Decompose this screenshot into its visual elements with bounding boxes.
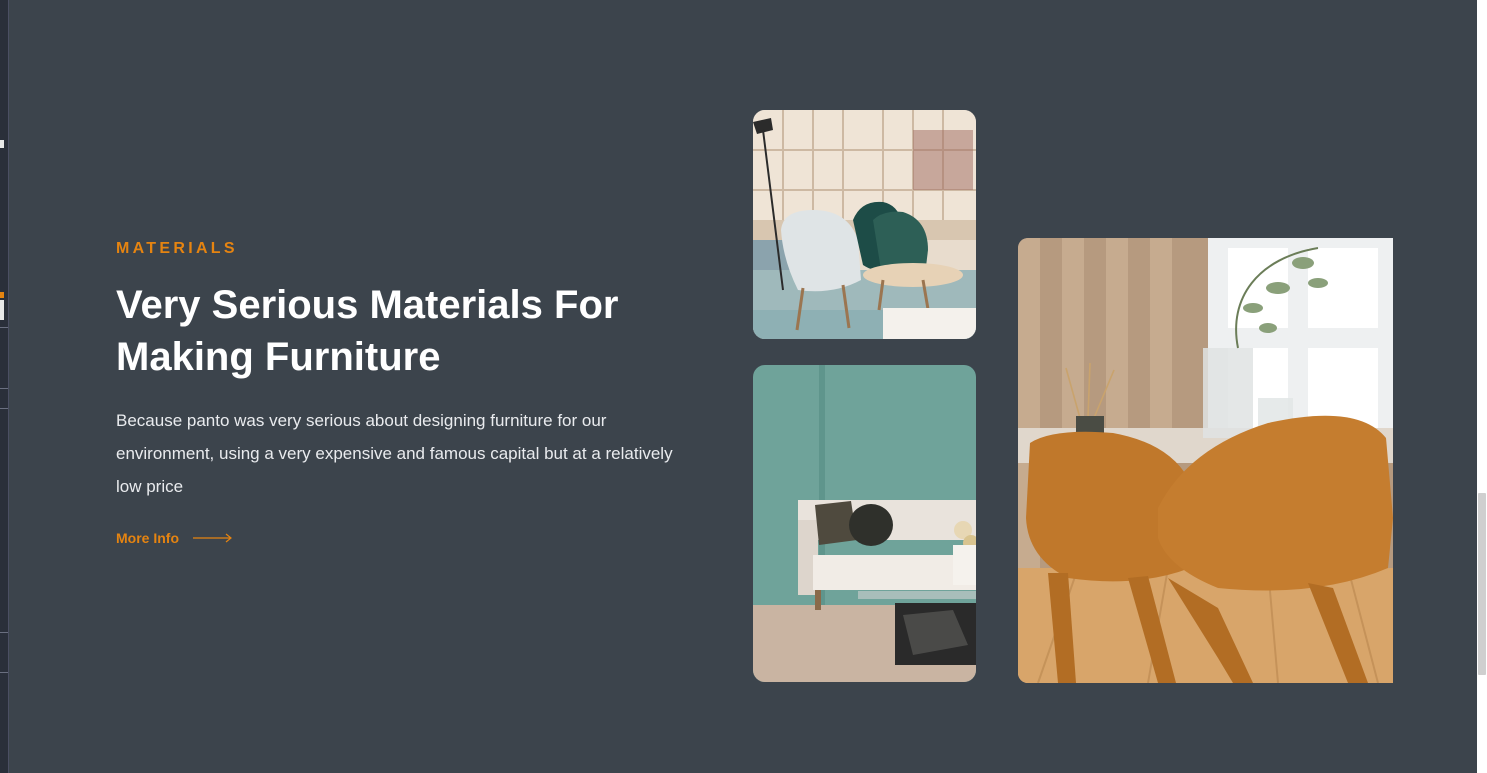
dining-chairs-photo bbox=[1018, 238, 1393, 683]
left-edge-panel bbox=[0, 0, 9, 773]
section-description: Because panto was very serious about des… bbox=[116, 411, 673, 496]
edge-marker-accent bbox=[0, 292, 4, 298]
page-scrollbar[interactable] bbox=[1477, 0, 1487, 773]
edge-divider bbox=[0, 327, 8, 328]
office-interior-photo bbox=[753, 110, 976, 339]
edge-divider bbox=[0, 632, 8, 633]
more-info-link[interactable]: More Info bbox=[116, 530, 233, 546]
sofa-livingroom-photo bbox=[753, 365, 976, 682]
edge-divider bbox=[0, 408, 8, 409]
edge-divider bbox=[0, 388, 8, 389]
arrow-right-icon bbox=[193, 533, 232, 543]
edge-marker bbox=[0, 140, 4, 148]
more-info-label: More Info bbox=[116, 530, 179, 546]
edge-divider bbox=[0, 672, 8, 673]
section-eyebrow: MATERIALS bbox=[116, 240, 238, 257]
edge-marker bbox=[0, 300, 4, 320]
section-headline: Very Serious Materials For Making Furnit… bbox=[116, 283, 619, 379]
scrollbar-thumb[interactable] bbox=[1478, 493, 1486, 675]
